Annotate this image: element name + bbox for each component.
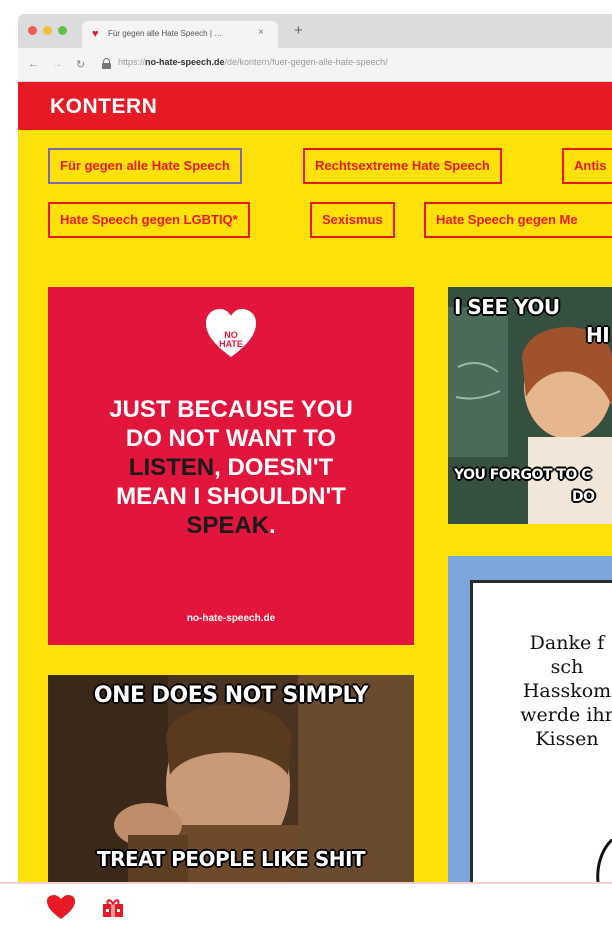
site-header: KONTERN	[18, 82, 612, 130]
tab-close-icon[interactable]: ×	[258, 27, 264, 38]
minimize-window-button[interactable]	[43, 26, 52, 35]
favicon-heart-icon: ♥	[92, 28, 99, 40]
lock-icon	[102, 58, 111, 69]
meme-bottom-text: TREAT PEOPLE LIKE SHIT	[96, 847, 366, 871]
quote-text: JUST BECAUSE YOU DO NOT WANT TO LISTEN, …	[109, 396, 353, 539]
browser-tab[interactable]: ♥ Für gegen alle Hate Speech | … ×	[82, 21, 278, 48]
url-path: /de/kontern/fuer-gegen-alle-hate-speech/	[224, 57, 388, 67]
meme-bottom-text: YOU FORGOT TO C	[454, 467, 591, 483]
boromir-meme-card[interactable]: ONE DOES NOT SIMPLY TREAT PEOPLE LIKE SH…	[48, 675, 414, 882]
category-chip-antis[interactable]: Antis	[562, 148, 612, 184]
reload-icon[interactable]: ↻	[76, 58, 85, 71]
category-chip-sexismus[interactable]: Sexismus	[310, 202, 395, 238]
address-bar[interactable]: https://no-hate-speech.de/de/kontern/fue…	[118, 57, 388, 67]
category-chip-rechtsextreme[interactable]: Rechtsextreme Hate Speech	[303, 148, 502, 184]
category-chip-fuer-gegen-alle[interactable]: Für gegen alle Hate Speech	[48, 148, 242, 184]
site-logo[interactable]: KONTERN	[50, 95, 157, 119]
quote-paper: Danke f sch Hasskom werde ihr Kissen	[470, 580, 612, 882]
forward-arrow-icon[interactable]: →	[52, 58, 63, 70]
tab-title: Für gegen alle Hate Speech | …	[108, 29, 223, 38]
back-arrow-icon[interactable]: ←	[28, 58, 39, 70]
quote-text: Danke f sch Hasskom werde ihr Kissen	[520, 632, 612, 750]
bottom-bar	[0, 882, 612, 928]
teacher-meme-card[interactable]: I SEE YOU HI YOU FORGOT TO C DO	[448, 287, 612, 524]
heart-icon[interactable]	[46, 894, 76, 920]
meme-top-text: ONE DOES NOT SIMPLY	[93, 683, 369, 708]
gift-icon[interactable]	[102, 898, 124, 918]
meme-top-text: I SEE YOU	[454, 295, 560, 319]
illustration-fragment	[596, 839, 612, 882]
content-area: Für gegen alle Hate Speech Rechtsextreme…	[18, 130, 612, 882]
category-chip-menschen[interactable]: Hate Speech gegen Me	[424, 202, 612, 238]
no-hate-quote-card[interactable]: NO HATE JUST BECAUSE YOU DO NOT WANT TO L…	[48, 287, 414, 645]
browser-toolbar: ← → ↻ https://no-hate-speech.de/de/konte…	[18, 48, 612, 82]
url-host: no-hate-speech.de	[145, 57, 225, 67]
browser-window: ♥ Für gegen alle Hate Speech | … × + ← →…	[18, 14, 612, 82]
danke-quote-card[interactable]: Danke f sch Hasskom werde ihr Kissen	[448, 556, 612, 882]
url-prefix: https://	[118, 57, 146, 67]
no-hate-heart-icon: NO HATE	[204, 307, 258, 361]
maximize-window-button[interactable]	[58, 26, 67, 35]
tab-bar: ♥ Für gegen alle Hate Speech | … × +	[18, 14, 612, 48]
site-credit: no-hate-speech.de	[186, 613, 276, 624]
category-chip-lgbtiq[interactable]: Hate Speech gegen LGBTIQ*	[48, 202, 250, 238]
new-tab-button[interactable]: +	[294, 23, 303, 38]
meme-top-text-2: HI	[586, 323, 610, 347]
meme-bottom-text-2: DO	[572, 489, 595, 505]
close-window-button[interactable]	[28, 26, 37, 35]
badge-text: NO HATE	[219, 330, 243, 349]
